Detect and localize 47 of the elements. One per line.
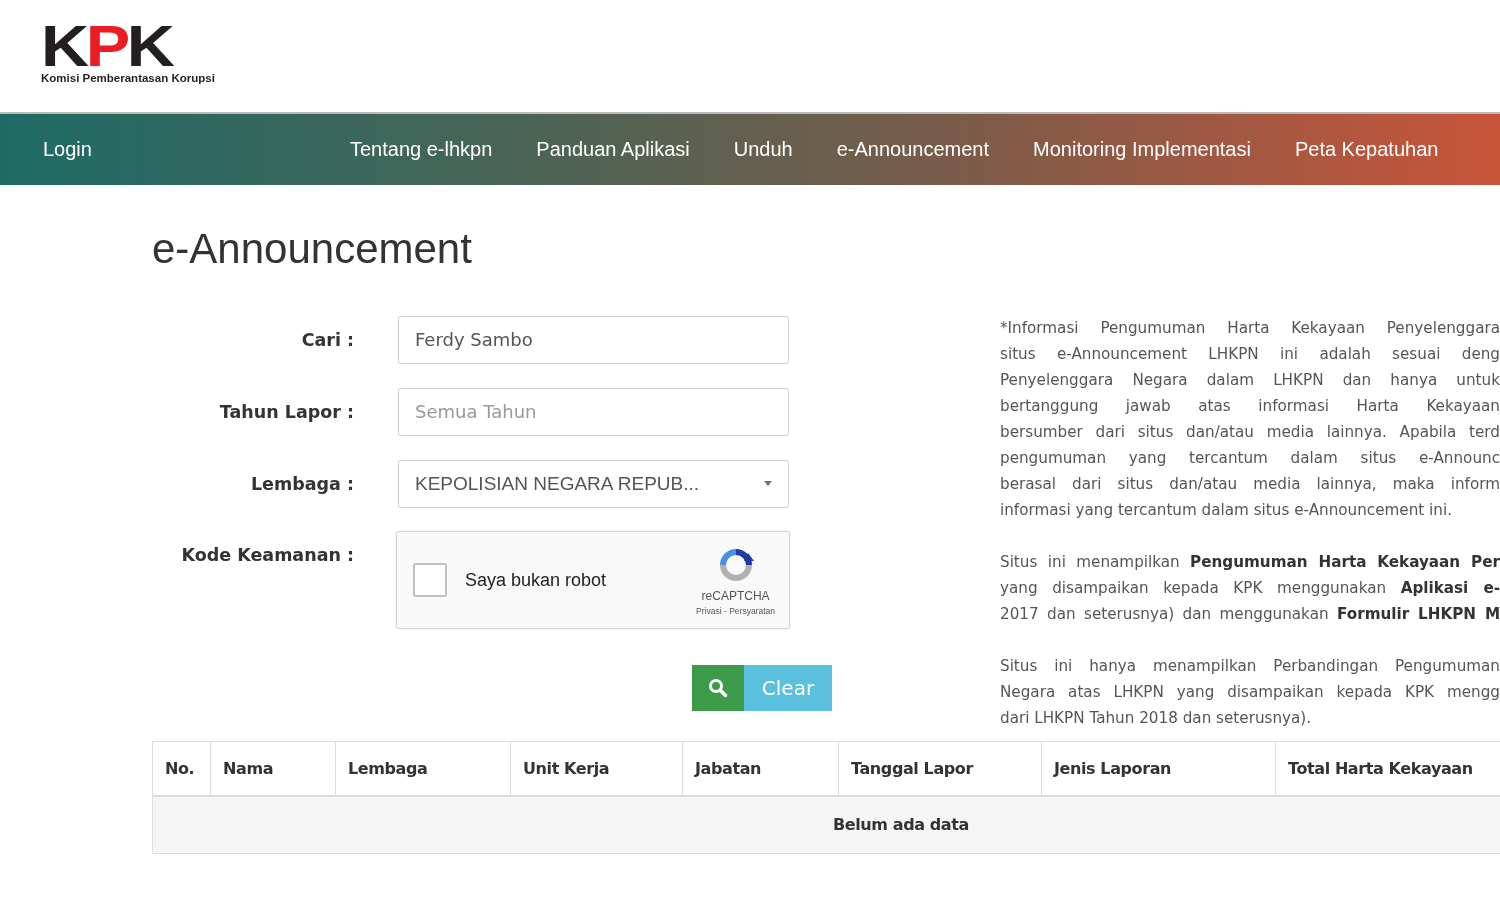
logo-subtitle: Komisi Pemberantasan Korupsi [41,72,215,84]
info-text: *Informasi Pengumuman Harta Kekayaan Penyelenggara [1000,318,1500,339]
page-title: e-Announcement [152,225,473,274]
info-text: berasal dari situs dan/atau media lainnya, maka inform [1000,474,1500,495]
info-text: pengumuman yang tercantum dalam situs e-Announc [1000,448,1500,469]
info-text: bertanggung jawab atas informasi Harta Kekayaan [1000,396,1500,417]
column-header: No. [152,741,211,796]
nav-link[interactable]: Tentang e-lhkpn [350,138,493,161]
field-label: Cari : [300,329,355,350]
nav-link[interactable]: Peta Kepatuhan [1294,138,1439,161]
nav-link[interactable]: Monitoring Implementasi [1033,138,1251,161]
column-header: Unit Kerja [510,741,683,796]
institution-dropdown[interactable]: KEPOLISIAN NEGARA REPUB... [398,459,789,508]
search-button[interactable] [692,665,744,711]
info-text: Negara atas LHKPN yang disampaikan kepada KPK mengg [1000,682,1500,703]
info-text: Penyelenggara Negara dalam LHKPN dan hanya untuk [1000,370,1500,391]
column-header: Tanggal Lapor [838,741,1042,796]
field-label: Tahun Lapor : [218,401,355,422]
info-text: bersumber dari situs dan/atau media lainnya. Apabila terd [1000,422,1500,443]
logo-wordmark: KPK [41,22,172,70]
search-field[interactable]: Ferdy Sambo [398,315,789,364]
nav-link[interactable]: Unduh [733,138,793,161]
column-header: Jenis Laporan [1041,741,1276,796]
captcha-checkbox[interactable] [413,563,447,597]
nav-link[interactable]: e-Announcement [836,138,990,161]
year-field[interactable]: Semua Tahun [398,387,789,436]
column-header: Total Harta Kekayaan [1275,741,1500,796]
info-text: situs e-Announcement LHKPN ini adalah sesuai deng [1000,344,1500,365]
recaptcha-brand: reCAPTCHA [701,588,770,603]
column-header: Jabatan [682,741,839,796]
field-label: Kode Keamanan : [180,544,355,565]
info-text: dari LHKPN Tahun 2018 dan seterusnya). [1000,708,1313,729]
search-icon [708,678,728,698]
captcha-label: Saya bukan robot [465,569,608,591]
privacy-terms-link[interactable]: Privasi - Persyaratan [696,605,775,616]
column-header: Nama [210,741,336,796]
caret-icon [764,481,772,486]
empty-message: Belum ada data [152,795,1500,853]
info-text: Situs ini menampilkan Pengumuman Harta Kekayaan Per [1000,552,1500,573]
nav-link[interactable]: Panduan Aplikasi [536,138,690,161]
field-label: Lembaga : [249,473,355,494]
info-text: informasi yang tercantum dalam situs e-Announcement ini. [1000,500,1453,521]
column-header: Lembaga [335,741,511,796]
info-text: 2017 dan seterusnya) dan menggunakan Formulir LHKPN M [1000,604,1500,625]
info-text: yang disampaikan kepada KPK menggunakan Aplikasi e- [1000,578,1500,599]
info-text: Situs ini hanya menampilkan Perbandingan Pengumuman [1000,656,1500,677]
login-link[interactable]: Login [43,138,350,161]
